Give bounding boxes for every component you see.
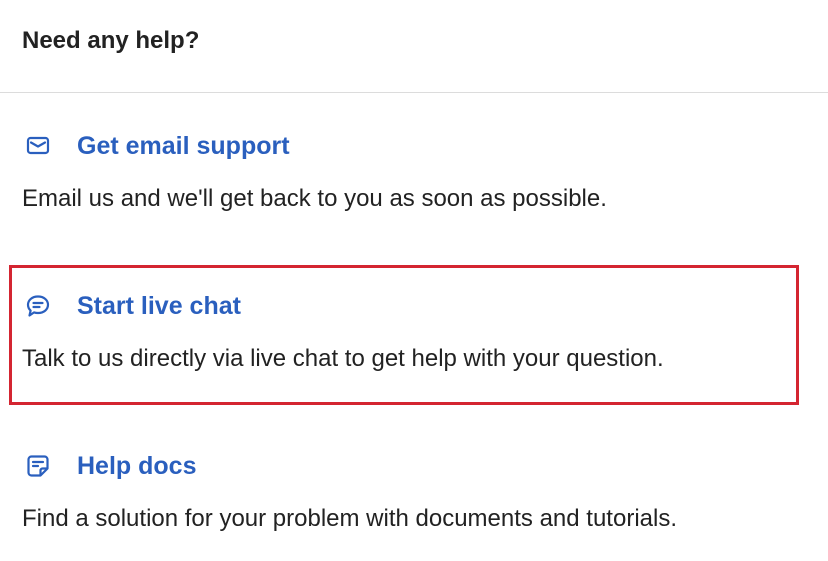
help-docs-description: Find a solution for your problem with do… [22,505,677,532]
live-chat-description: Talk to us directly via live chat to get… [22,345,664,372]
start-live-chat-link[interactable]: Start live chat [77,290,241,322]
help-header: Need any help? [0,0,828,93]
page-title: Need any help? [22,27,200,54]
email-icon [22,130,54,162]
chat-bubble-icon [22,290,54,322]
help-docs-link[interactable]: Help docs [77,450,196,482]
help-panel: Need any help? Get email support Email u… [0,0,828,561]
live-chat-option[interactable]: Start live chat Talk to us directly via … [22,290,806,374]
help-docs-option[interactable]: Help docs Find a solution for your probl… [22,450,806,534]
email-support-title-row[interactable]: Get email support [22,130,806,162]
get-email-support-link[interactable]: Get email support [77,130,290,162]
email-support-option[interactable]: Get email support Email us and we'll get… [22,130,806,214]
email-support-description: Email us and we'll get back to you as so… [22,185,607,212]
live-chat-title-row[interactable]: Start live chat [22,290,806,322]
document-icon [22,450,54,482]
help-docs-title-row[interactable]: Help docs [22,450,806,482]
